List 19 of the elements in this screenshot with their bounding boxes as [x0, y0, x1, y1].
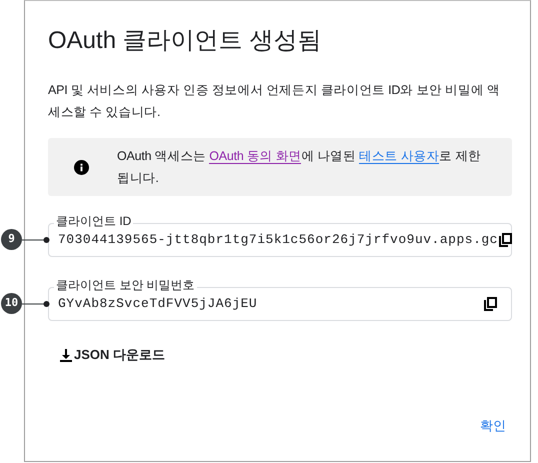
notice-text: OAuth 액세스는 OAuth 동의 화면에 나열된 테스트 사용자로 제한됩니다. [117, 148, 482, 187]
copy-icon[interactable] [483, 296, 497, 312]
leader-line [22, 236, 50, 242]
download-button[interactable]: JSON 다운로드 [60, 343, 166, 367]
dialog-title: OAuth 클라이언트 생성됨 [48, 26, 322, 56]
notice-link[interactable]: 테스트 사용자 [359, 149, 440, 164]
description-text: API 및 서비스의 사용자 인증 정보에서 언제든지 클라이언트 ID와 보안 비밀에 액세스할 수 있습니다. [48, 82, 501, 121]
field-value: 703044139565-jtt8qbr1tg7i5k1c56or26j7jrfvo9uv.apps.gc [58, 231, 498, 250]
ok-button[interactable]: 확인 [478, 414, 508, 438]
callout-badge: 10 [1, 293, 22, 314]
field-label: 클라이언트 보안 비밀번호 [54, 278, 197, 292]
info-icon [74, 160, 89, 174]
leader-line [22, 300, 50, 306]
callout-badge: 9 [1, 229, 22, 250]
field-label: 클라이언트 ID [54, 214, 134, 228]
download-icon [60, 348, 72, 362]
field-value: GYvAb8zSvceTdFVV5jJA6jEU [58, 295, 258, 314]
notice-link[interactable]: OAuth 동의 화면 [209, 149, 302, 164]
copy-icon[interactable] [498, 232, 512, 248]
